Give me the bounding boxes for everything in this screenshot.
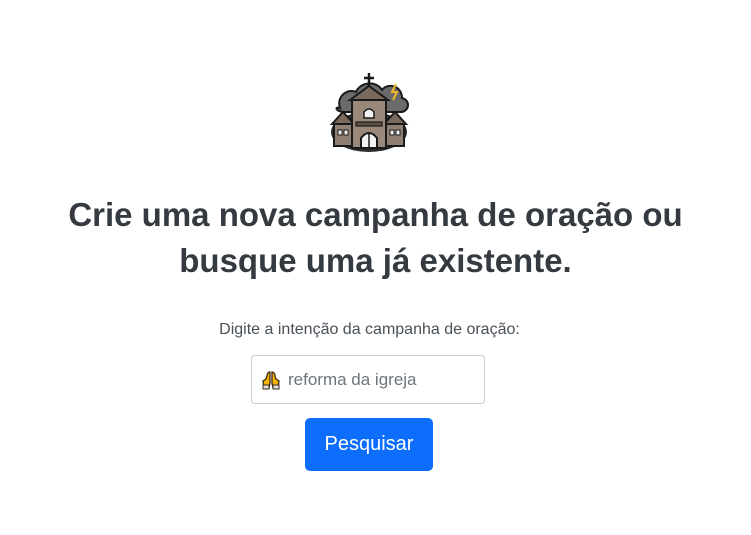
page-title-line-1: Crie uma nova campanha de oração ou bbox=[68, 196, 683, 233]
page-title: Crie uma nova campanha de oração ou busq… bbox=[0, 192, 751, 284]
search-field[interactable] bbox=[251, 355, 485, 404]
search-button[interactable]: Pesquisar bbox=[305, 418, 433, 471]
search-label: Digite a intenção da campanha de oração: bbox=[219, 321, 520, 338]
page-title-line-2: busque uma já existente. bbox=[179, 242, 572, 279]
search-input[interactable] bbox=[288, 369, 478, 390]
church-icon bbox=[329, 73, 409, 152]
praying-hands-icon bbox=[262, 370, 280, 389]
